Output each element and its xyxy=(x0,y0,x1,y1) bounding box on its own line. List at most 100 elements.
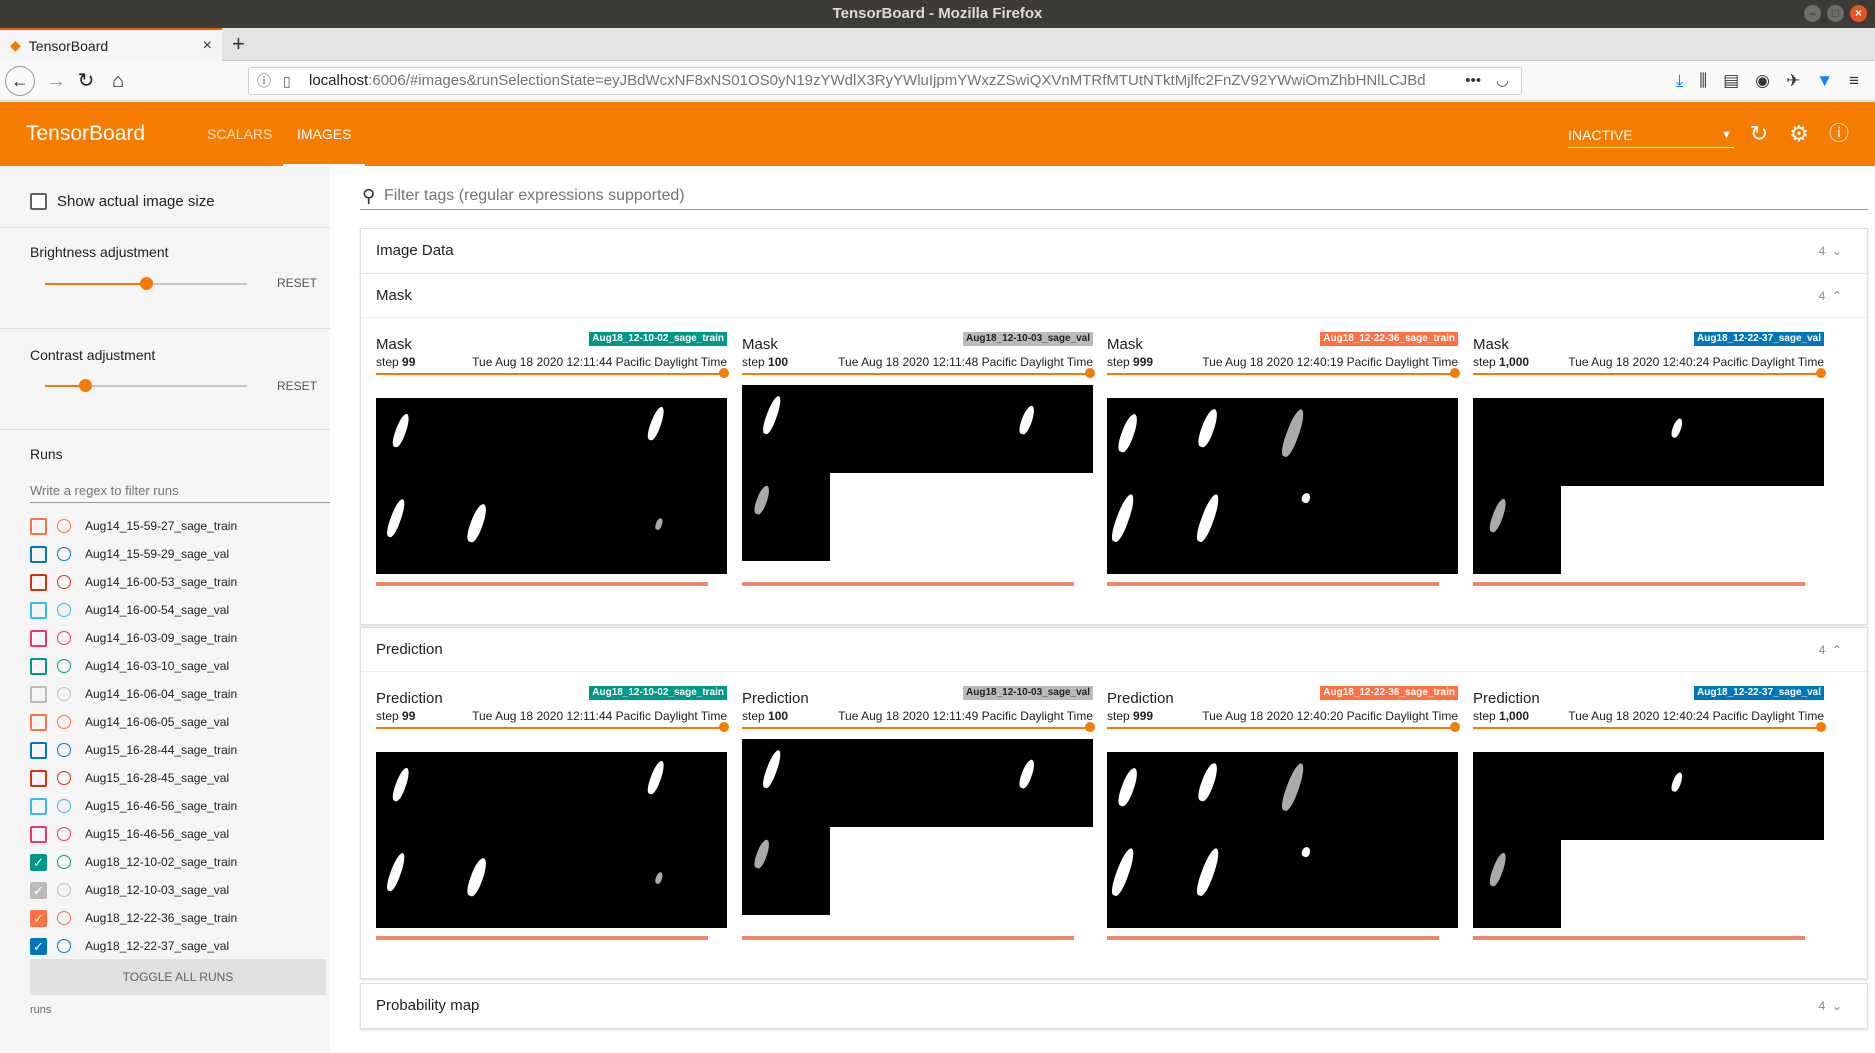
run-item[interactable]: Aug14_16-03-09_sage_train xyxy=(30,624,330,652)
browser-tab[interactable]: ◆ TensorBoard × xyxy=(0,28,222,61)
pane-header-prediction[interactable]: Prediction 4 ⌃ xyxy=(361,628,1867,672)
account-icon[interactable]: ◉ xyxy=(1755,67,1770,95)
run-color-circle-icon[interactable] xyxy=(57,911,71,925)
close-window-icon[interactable]: × xyxy=(1850,5,1867,22)
info-icon[interactable]: ⓘ xyxy=(257,68,271,94)
checkbox-box[interactable] xyxy=(30,193,47,210)
step-slider-knob[interactable] xyxy=(1085,368,1095,378)
run-checkbox[interactable] xyxy=(30,825,47,843)
step-slider[interactable] xyxy=(1107,722,1460,732)
image-scrollbar[interactable] xyxy=(742,582,1074,586)
run-color-circle-icon[interactable] xyxy=(57,631,71,645)
runs-filter-input[interactable]: Write a regex to filter runs xyxy=(30,479,330,503)
image-scrollbar[interactable] xyxy=(1107,936,1439,940)
pane-header-probability-map[interactable]: Probability map 4 ⌄ xyxy=(361,984,1867,1028)
run-color-circle-icon[interactable] xyxy=(57,687,71,701)
step-slider-knob[interactable] xyxy=(1816,722,1826,732)
vpn-icon[interactable]: ▼ xyxy=(1816,67,1833,95)
run-checkbox[interactable]: ✓ xyxy=(30,937,47,955)
step-slider-knob[interactable] xyxy=(719,368,729,378)
home-icon[interactable]: ⌂ xyxy=(104,67,132,95)
new-tab-icon[interactable]: + xyxy=(232,32,245,56)
step-slider-knob[interactable] xyxy=(1085,722,1095,732)
run-item[interactable]: ✓ Aug18_12-10-03_sage_val xyxy=(30,876,330,904)
plugin-dropdown[interactable]: INACTIVE ▼ xyxy=(1568,122,1734,148)
run-checkbox[interactable] xyxy=(30,601,47,619)
back-icon[interactable]: ← xyxy=(5,66,35,96)
run-color-circle-icon[interactable] xyxy=(57,883,71,897)
run-checkbox[interactable] xyxy=(30,573,47,591)
run-color-circle-icon[interactable] xyxy=(57,771,71,785)
image-scrollbar[interactable] xyxy=(1473,936,1805,940)
step-slider-knob[interactable] xyxy=(719,722,729,732)
toggle-all-runs-button[interactable]: TOGGLE ALL RUNS xyxy=(30,959,326,995)
library-icon[interactable]: ⫼ xyxy=(1699,67,1707,95)
settings-gear-icon[interactable]: ⚙ xyxy=(1785,120,1813,148)
run-checkbox[interactable] xyxy=(30,769,47,787)
run-color-circle-icon[interactable] xyxy=(57,575,71,589)
run-item[interactable]: Aug15_16-28-45_sage_val xyxy=(30,764,330,792)
run-checkbox[interactable] xyxy=(30,685,47,703)
chevron-down-icon[interactable]: ⌄ xyxy=(1832,999,1842,1013)
step-slider[interactable] xyxy=(1473,722,1826,732)
image-scrollbar[interactable] xyxy=(376,936,708,940)
run-checkbox[interactable]: ✓ xyxy=(30,853,47,871)
tab-scalars[interactable]: SCALARS xyxy=(207,102,272,166)
run-item[interactable]: Aug14_16-06-05_sage_val xyxy=(30,708,330,736)
run-color-circle-icon[interactable] xyxy=(57,715,71,729)
step-slider-knob[interactable] xyxy=(1450,368,1460,378)
run-item[interactable]: Aug14_16-03-10_sage_val xyxy=(30,652,330,680)
tag-filter-input[interactable]: ⚲ Filter tags (regular expressions suppo… xyxy=(360,182,1868,210)
run-item[interactable]: Aug15_16-46-56_sage_val xyxy=(30,820,330,848)
run-checkbox[interactable] xyxy=(30,629,47,647)
run-color-circle-icon[interactable] xyxy=(57,659,71,673)
image-scrollbar[interactable] xyxy=(376,582,708,586)
run-checkbox[interactable] xyxy=(30,517,47,535)
step-slider-knob[interactable] xyxy=(1816,368,1826,378)
run-color-circle-icon[interactable] xyxy=(57,743,71,757)
run-item[interactable]: Aug15_16-46-56_sage_train xyxy=(30,792,330,820)
run-checkbox[interactable] xyxy=(30,545,47,563)
run-color-circle-icon[interactable] xyxy=(57,827,71,841)
brightness-slider[interactable] xyxy=(45,277,247,290)
run-checkbox[interactable] xyxy=(30,797,47,815)
maximize-icon[interactable]: □ xyxy=(1827,5,1844,22)
run-checkbox[interactable] xyxy=(30,657,47,675)
url-bar[interactable]: ⓘ ▯ localhost:6006/#images&runSelectionS… xyxy=(248,67,1522,95)
run-item[interactable]: ✓ Aug18_12-22-36_sage_train xyxy=(30,904,330,932)
reload-icon[interactable]: ↻ xyxy=(72,67,100,95)
minimize-icon[interactable]: – xyxy=(1804,5,1821,22)
run-color-circle-icon[interactable] xyxy=(57,799,71,813)
brightness-slider-knob[interactable] xyxy=(140,277,153,290)
run-color-circle-icon[interactable] xyxy=(57,603,71,617)
forward-icon[interactable]: → xyxy=(42,67,70,95)
step-slider[interactable] xyxy=(1107,368,1460,378)
run-item[interactable]: Aug14_16-00-53_sage_train xyxy=(30,568,330,596)
run-color-circle-icon[interactable] xyxy=(57,855,71,869)
chevron-down-icon[interactable]: ⌄ xyxy=(1832,244,1842,258)
downloads-icon[interactable]: ⤓ xyxy=(1676,67,1684,95)
show-actual-size-checkbox[interactable]: Show actual image size xyxy=(30,193,215,210)
run-color-circle-icon[interactable] xyxy=(57,519,71,533)
refresh-icon[interactable]: ↻ xyxy=(1745,120,1773,148)
contrast-reset-button[interactable]: RESET xyxy=(277,379,317,393)
run-color-circle-icon[interactable] xyxy=(57,939,71,953)
run-item[interactable]: Aug14_16-00-54_sage_val xyxy=(30,596,330,624)
run-item[interactable]: ✓ Aug18_12-22-37_sage_val xyxy=(30,932,330,960)
run-checkbox[interactable] xyxy=(30,713,47,731)
step-slider[interactable] xyxy=(742,368,1095,378)
pane-header-image-data[interactable]: Image Data 4 ⌄ xyxy=(361,229,1867,273)
brightness-reset-button[interactable]: RESET xyxy=(277,276,317,290)
run-checkbox[interactable]: ✓ xyxy=(30,881,47,899)
run-item[interactable]: Aug15_16-28-44_sage_train xyxy=(30,736,330,764)
step-slider-knob[interactable] xyxy=(1450,722,1460,732)
run-item[interactable]: ✓ Aug18_12-10-02_sage_train xyxy=(30,848,330,876)
run-item[interactable]: Aug14_15-59-29_sage_val xyxy=(30,540,330,568)
page-actions-icon[interactable]: ••• xyxy=(1459,68,1481,94)
pocket-icon[interactable]: ◡ xyxy=(1495,68,1509,94)
menu-icon[interactable]: ≡ xyxy=(1849,67,1859,95)
help-icon[interactable]: ⓘ xyxy=(1825,120,1853,148)
chevron-up-icon[interactable]: ⌃ xyxy=(1832,289,1842,303)
extension-icon[interactable]: ✈ xyxy=(1786,67,1800,95)
image-scrollbar[interactable] xyxy=(1107,582,1439,586)
